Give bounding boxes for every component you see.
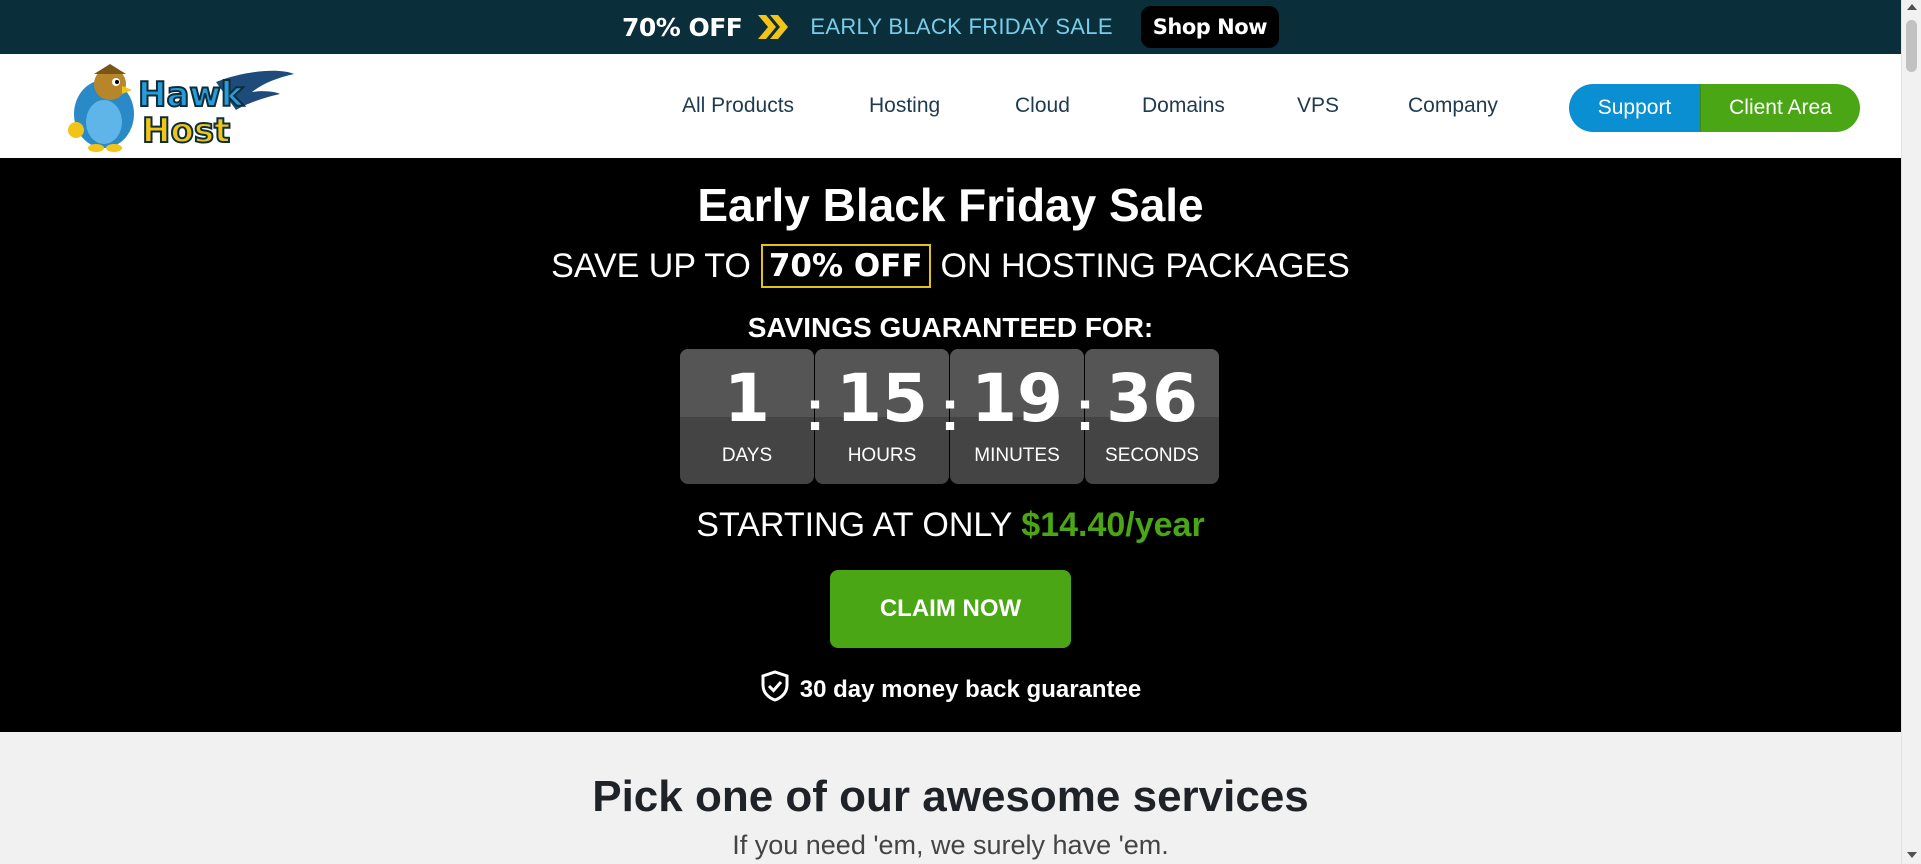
shop-now-button[interactable]: Shop Now	[1140, 6, 1280, 48]
countdown-separator: :	[940, 378, 960, 443]
countdown-minutes-value: 19	[971, 360, 1063, 437]
nav-all-products[interactable]: All Products	[682, 94, 794, 118]
money-back-guarantee: 30 day money back guarantee	[0, 670, 1901, 709]
countdown-days-value: 1	[724, 360, 770, 437]
nav-hosting[interactable]: Hosting	[869, 94, 940, 118]
client-area-button[interactable]: Client Area	[1700, 84, 1860, 132]
nav-vps[interactable]: VPS	[1297, 94, 1339, 118]
countdown-days-label: DAYS	[721, 445, 773, 466]
countdown-seconds-value: 36	[1106, 360, 1198, 437]
countdown-seconds-label: SECONDS	[1105, 445, 1199, 466]
nav-domains[interactable]: Domains	[1142, 94, 1225, 118]
hero-section: Early Black Friday Sale SAVE UP TO 70% O…	[0, 158, 1901, 732]
starting-price-value: $14.40/year	[1021, 506, 1205, 544]
hero-sub-before: SAVE UP TO	[551, 246, 751, 285]
countdown-days: 1 DAYS	[680, 349, 814, 484]
savings-guarantee-label: SAVINGS GUARANTEED FOR:	[747, 312, 1154, 343]
support-button[interactable]: Support	[1569, 84, 1700, 132]
countdown-minutes-label: MINUTES	[974, 445, 1060, 466]
starting-price-text: STARTING AT ONLY	[696, 506, 1012, 544]
header-actions: Support Client Area	[1569, 84, 1860, 132]
countdown-separator: :	[1075, 378, 1095, 443]
countdown-minutes: 19 MINUTES	[950, 349, 1084, 484]
countdown-seconds: 36 SECONDS	[1085, 349, 1219, 484]
scroll-down-arrow-icon[interactable]	[1907, 852, 1917, 858]
claim-now-button[interactable]: CLAIM NOW	[830, 570, 1071, 648]
site-header: Hawk Host All Products Hosting Cloud Dom…	[0, 54, 1901, 158]
countdown-hours: 15 HOURS	[815, 349, 949, 484]
scroll-up-arrow-icon[interactable]	[1907, 4, 1917, 10]
hero-sub-highlight: 70% OFF	[760, 244, 931, 288]
starting-price-line: STARTING AT ONLY $14.40/year	[0, 506, 1901, 545]
countdown-separator: :	[805, 378, 825, 443]
hero-sub-after: ON HOSTING PACKAGES	[940, 246, 1350, 285]
nav-cloud[interactable]: Cloud	[1015, 94, 1070, 118]
promo-bar: 70% OFF EARLY BLACK FRIDAY SALE Shop Now	[0, 0, 1901, 54]
promo-sale-text: EARLY BLACK FRIDAY SALE	[810, 14, 1113, 39]
hero-title: Early Black Friday Sale	[697, 179, 1204, 231]
services-subtitle: If you need 'em, we surely have 'em.	[732, 830, 1169, 860]
double-chevron-right-icon	[756, 12, 790, 42]
promo-off-text: 70% OFF	[621, 12, 743, 42]
nav-company[interactable]: Company	[1408, 94, 1498, 118]
scrollbar-thumb[interactable]	[1906, 20, 1917, 72]
services-title: Pick one of our awesome services	[592, 772, 1309, 821]
countdown-timer: 1 DAYS 15 HOURS 19 MINUTES 36 SECONDS : …	[680, 349, 1220, 484]
page-scrollbar[interactable]	[1901, 0, 1921, 864]
shield-check-icon	[760, 670, 790, 709]
money-back-text: 30 day money back guarantee	[799, 675, 1142, 703]
countdown-hours-value: 15	[836, 360, 928, 437]
hero-subtitle: SAVE UP TO 70% OFF ON HOSTING PACKAGES	[0, 244, 1901, 288]
countdown-hours-label: HOURS	[847, 445, 917, 466]
